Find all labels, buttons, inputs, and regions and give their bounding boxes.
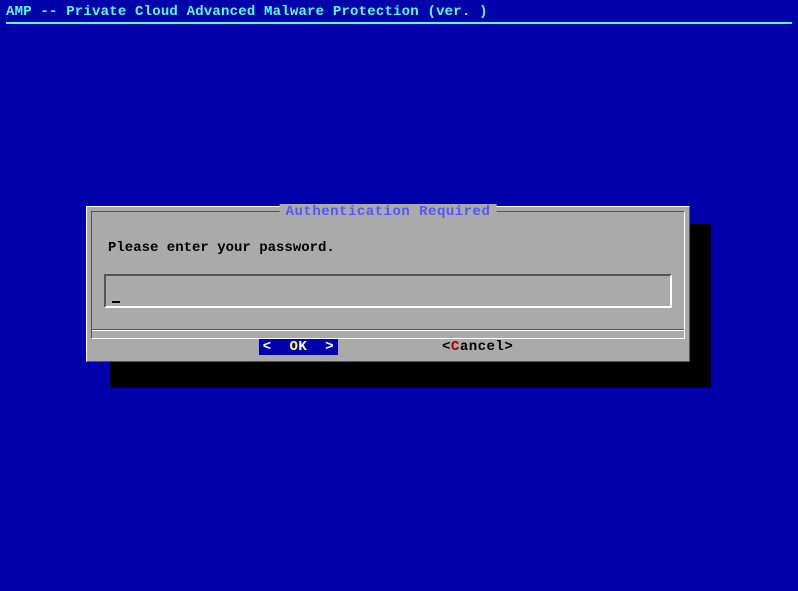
text-cursor bbox=[112, 301, 120, 303]
title-underline bbox=[6, 22, 792, 24]
password-input[interactable] bbox=[104, 274, 672, 308]
dialog-inner: Authentication Required Please enter you… bbox=[91, 211, 685, 339]
ok-button[interactable]: < OK > bbox=[259, 339, 338, 355]
app-title-bar: AMP -- Private Cloud Advanced Malware Pr… bbox=[0, 0, 798, 22]
cancel-button[interactable]: <Cancel> bbox=[438, 339, 517, 355]
auth-dialog: Authentication Required Please enter you… bbox=[86, 206, 690, 362]
app-title: AMP -- Private Cloud Advanced Malware Pr… bbox=[6, 4, 488, 20]
dialog-separator bbox=[92, 329, 684, 331]
cancel-hotkey: C bbox=[451, 339, 460, 355]
dialog-title: Authentication Required bbox=[280, 204, 497, 220]
password-prompt: Please enter your password. bbox=[108, 240, 335, 256]
dialog-button-row: < OK > <Cancel> bbox=[87, 339, 689, 355]
